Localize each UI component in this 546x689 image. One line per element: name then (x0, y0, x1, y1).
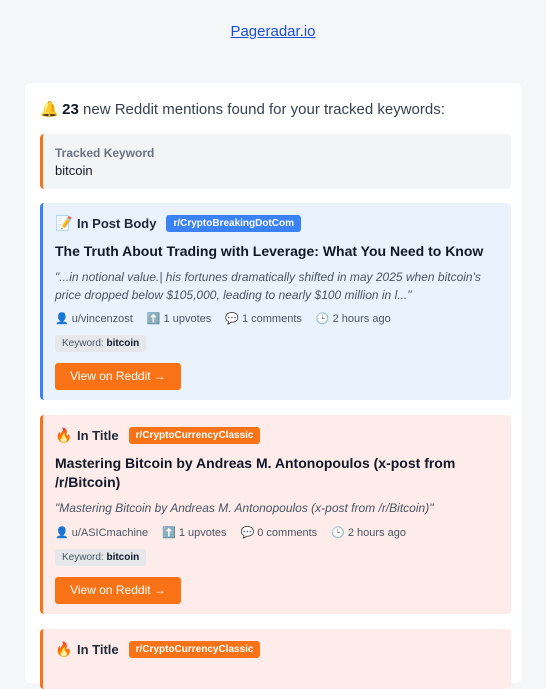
tracked-keyword-value: bitcoin (55, 163, 93, 178)
clock-icon: 🕒 (315, 313, 330, 325)
subreddit-badge: r/CryptoBreakingDotCom (166, 215, 302, 232)
comment-icon: 💬 (225, 313, 239, 325)
memo-icon: 📝 (55, 215, 73, 231)
mention-type: In Title (77, 428, 119, 443)
mention-card: 🔥 In Title r/CryptoCurrencyClassic (40, 629, 511, 689)
mention-meta: 👤 u/vincenzost ⬆️ 1 upvotes 💬 1 comments 🕒 2… (55, 312, 391, 325)
subreddit-badge: r/CryptoCurrencyClassic (128, 641, 261, 658)
comments: 0 comments (257, 527, 318, 539)
keyword-value: bitcoin (106, 552, 140, 563)
mention-card: 📝 In Post Body r/CryptoBreakingDotCom Th… (40, 203, 511, 400)
view-on-reddit-button[interactable]: View on Reddit → (55, 577, 181, 604)
upvotes: 1 upvotes (178, 527, 227, 539)
time: 2 hours ago (332, 313, 391, 325)
keyword-tag: Keyword: bitcoin (55, 549, 147, 566)
upvotes: 1 upvotes (163, 313, 212, 325)
mention-snippet: "...in notional value.| his fortunes dra… (55, 270, 481, 302)
fire-icon: 🔥 (55, 427, 73, 443)
tracked-keyword-box: Tracked Keyword bitcoin (40, 134, 511, 189)
pageradar-link[interactable]: Pageradar.io (230, 23, 315, 40)
view-on-reddit-button[interactable]: View on Reddit → (55, 363, 181, 390)
mention-snippet: "Mastering Bitcoin by Andreas M. Antonop… (55, 501, 434, 515)
author: u/vincenzost (71, 313, 133, 325)
header: Pageradar.io (0, 0, 546, 66)
comment-icon: 💬 (240, 527, 255, 539)
mention-title: Mastering Bitcoin by Andreas M. Antonopo… (55, 455, 456, 490)
user-icon: 👤 (55, 313, 69, 325)
user-icon: 👤 (55, 527, 69, 539)
summary-line: 🔔 23 new Reddit mentions found for your … (40, 100, 445, 118)
mention-type: In Title (77, 642, 119, 657)
mention-count: 23 (62, 101, 79, 118)
notification-card: 🔔 23 new Reddit mentions found for your … (25, 83, 522, 689)
keyword-value: bitcoin (106, 338, 140, 349)
author: u/ASICmachine (71, 527, 149, 539)
upvote-icon: ⬆️ (162, 527, 176, 539)
time: 2 hours ago (347, 527, 406, 539)
upvote-icon: ⬆️ (146, 313, 161, 325)
keyword-label: Keyword: (62, 552, 104, 563)
keyword-label: Keyword: (62, 338, 104, 349)
tracked-keyword-label: Tracked Keyword (55, 146, 155, 160)
keyword-tag: Keyword: bitcoin (55, 335, 147, 352)
clock-icon: 🕒 (331, 527, 345, 539)
mention-card: 🔥 In Title r/CryptoCurrencyClassic Maste… (40, 415, 511, 614)
mention-type: In Post Body (77, 216, 157, 231)
mention-meta: 👤 u/ASICmachine ⬆️ 1 upvotes 💬 0 comments 🕒… (55, 526, 406, 539)
bell-icon: 🔔 (40, 101, 59, 118)
subreddit-badge: r/CryptoCurrencyClassic (128, 427, 261, 444)
fire-icon: 🔥 (55, 641, 73, 657)
mention-title: The Truth About Trading with Leverage: W… (55, 243, 484, 259)
summary-text: new Reddit mentions found for your track… (78, 101, 445, 118)
comments: 1 comments (241, 313, 302, 325)
